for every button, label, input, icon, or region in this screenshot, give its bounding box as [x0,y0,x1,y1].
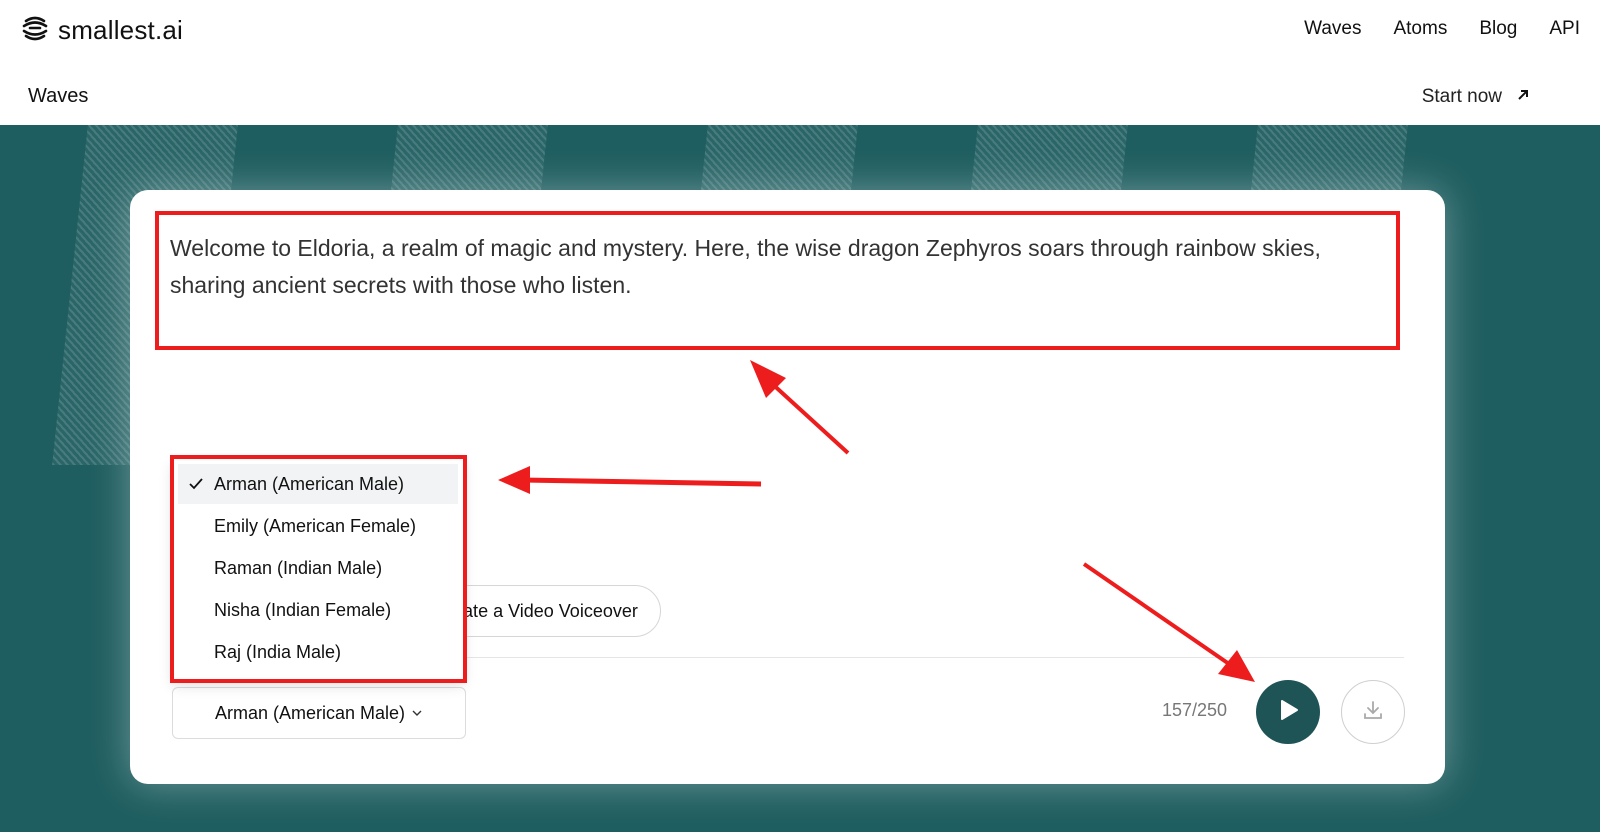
spiral-logo-icon [20,13,50,48]
voice-select-value: Arman (American Male) [214,702,406,723]
voice-select[interactable]: Arman (American Male) [172,687,466,739]
chevron-down-icon [411,703,423,724]
nav-link-waves[interactable]: Waves [1304,18,1361,40]
nav-link-api[interactable]: API [1549,18,1580,40]
page-title: Waves [28,85,89,107]
nav-link-blog[interactable]: Blog [1479,18,1517,40]
sub-header: Waves Start now [0,70,1600,125]
brand-name: smallest.ai [58,15,184,45]
play-icon [1275,697,1301,728]
play-button[interactable] [1256,680,1320,744]
brand-logo[interactable]: smallest.ai [20,13,183,48]
arrow-up-right-icon [1516,86,1530,108]
character-counter: 157/250 [1162,700,1228,720]
nav-links: Waves Atoms Blog API [1304,18,1580,40]
start-now-label: Start now [1421,86,1502,107]
annotation-box-text [155,211,1400,350]
nav-link-atoms[interactable]: Atoms [1393,18,1447,40]
annotation-box-dropdown [170,455,467,683]
start-now-link[interactable]: Start now [1422,86,1530,108]
download-icon [1361,698,1385,727]
download-button[interactable] [1341,680,1405,744]
top-navigation: smallest.ai Waves Atoms Blog API [0,0,1600,58]
